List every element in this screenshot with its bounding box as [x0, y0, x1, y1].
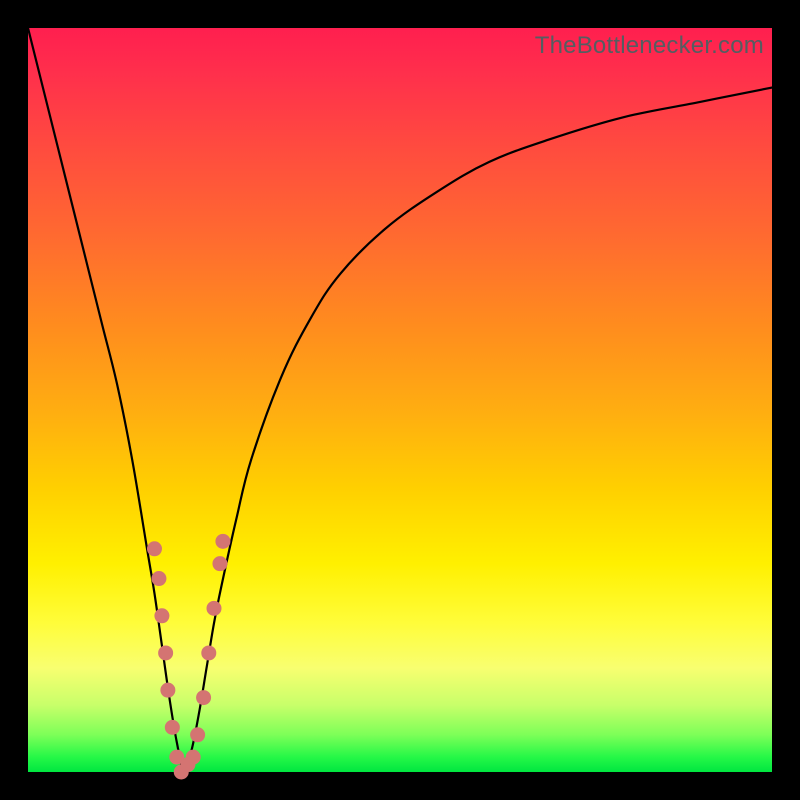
curve-marker — [158, 645, 173, 660]
curve-marker — [190, 727, 205, 742]
marker-group — [147, 534, 230, 780]
chart-frame: TheBottlenecker.com — [0, 0, 800, 800]
curve-marker — [154, 608, 169, 623]
chart-plot-area: TheBottlenecker.com — [28, 28, 772, 772]
curve-marker — [147, 541, 162, 556]
bottleneck-curve — [28, 28, 772, 772]
curve-marker — [186, 750, 201, 765]
curve-marker — [207, 601, 222, 616]
curve-marker — [215, 534, 230, 549]
curve-marker — [151, 571, 166, 586]
curve-marker — [196, 690, 211, 705]
curve-marker — [160, 683, 175, 698]
curve-marker — [165, 720, 180, 735]
curve-marker — [201, 645, 216, 660]
curve-marker — [212, 556, 227, 571]
chart-svg — [28, 28, 772, 772]
